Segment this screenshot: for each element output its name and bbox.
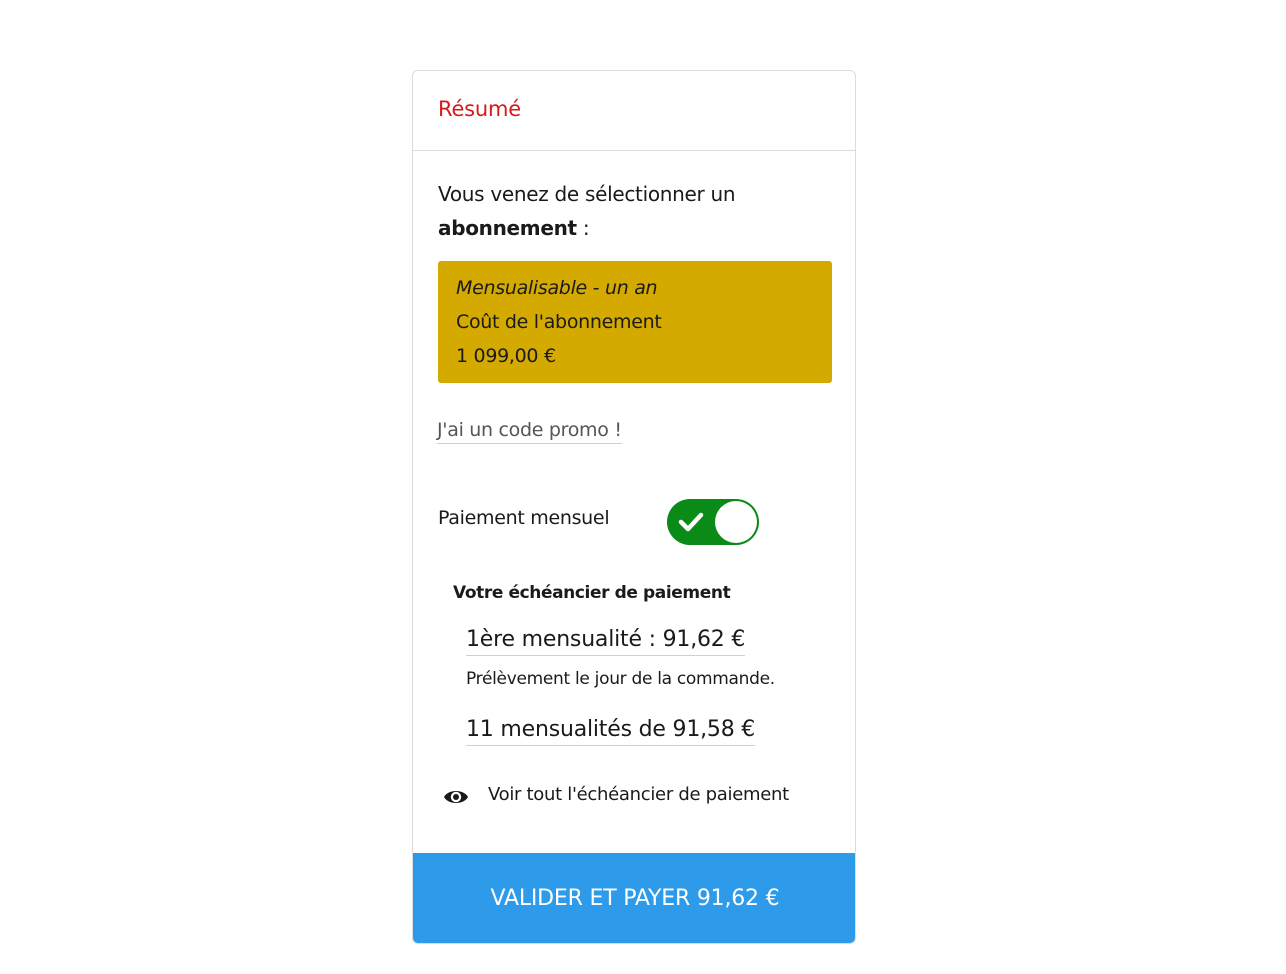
plan-name: Mensualisable - un an xyxy=(456,277,658,299)
validate-and-pay-button[interactable]: VALIDER ET PAYER 91,62 € xyxy=(413,853,855,943)
intro-colon: : xyxy=(576,216,590,240)
promo-code-link[interactable]: J'ai un code promo ! xyxy=(437,419,622,444)
view-full-schedule-label: Voir tout l'échéancier de paiement xyxy=(488,784,789,805)
monthly-payment-row: Paiement mensuel xyxy=(438,497,832,547)
first-installment: 1ère mensualité : 91,62 € xyxy=(466,627,745,656)
eye-icon xyxy=(444,791,468,803)
monthly-payment-toggle[interactable] xyxy=(667,499,759,545)
intro-sentence: Vous venez de sélectionner un xyxy=(438,182,736,206)
remaining-installments: 11 mensualités de 91,58 € xyxy=(466,717,755,746)
intro-subscription-word: abonnement xyxy=(438,216,577,240)
intro-text: Vous venez de sélectionner un abonnement… xyxy=(438,177,818,245)
selected-plan-box: Mensualisable - un an Coût de l'abonneme… xyxy=(438,261,832,383)
first-installment-note: Prélèvement le jour de la commande. xyxy=(466,669,775,689)
checkmark-icon xyxy=(678,512,704,532)
payment-schedule-title: Votre échéancier de paiement xyxy=(453,583,731,603)
view-full-schedule-link[interactable]: Voir tout l'échéancier de paiement xyxy=(443,783,833,811)
toggle-knob xyxy=(715,501,757,543)
plan-cost-value: 1 099,00 € xyxy=(456,345,556,367)
summary-header: Résumé xyxy=(413,71,855,151)
plan-cost-label: Coût de l'abonnement xyxy=(456,311,662,333)
summary-card: Résumé Vous venez de sélectionner un abo… xyxy=(412,70,856,944)
monthly-payment-label: Paiement mensuel xyxy=(438,507,610,529)
summary-title: Résumé xyxy=(438,97,521,121)
